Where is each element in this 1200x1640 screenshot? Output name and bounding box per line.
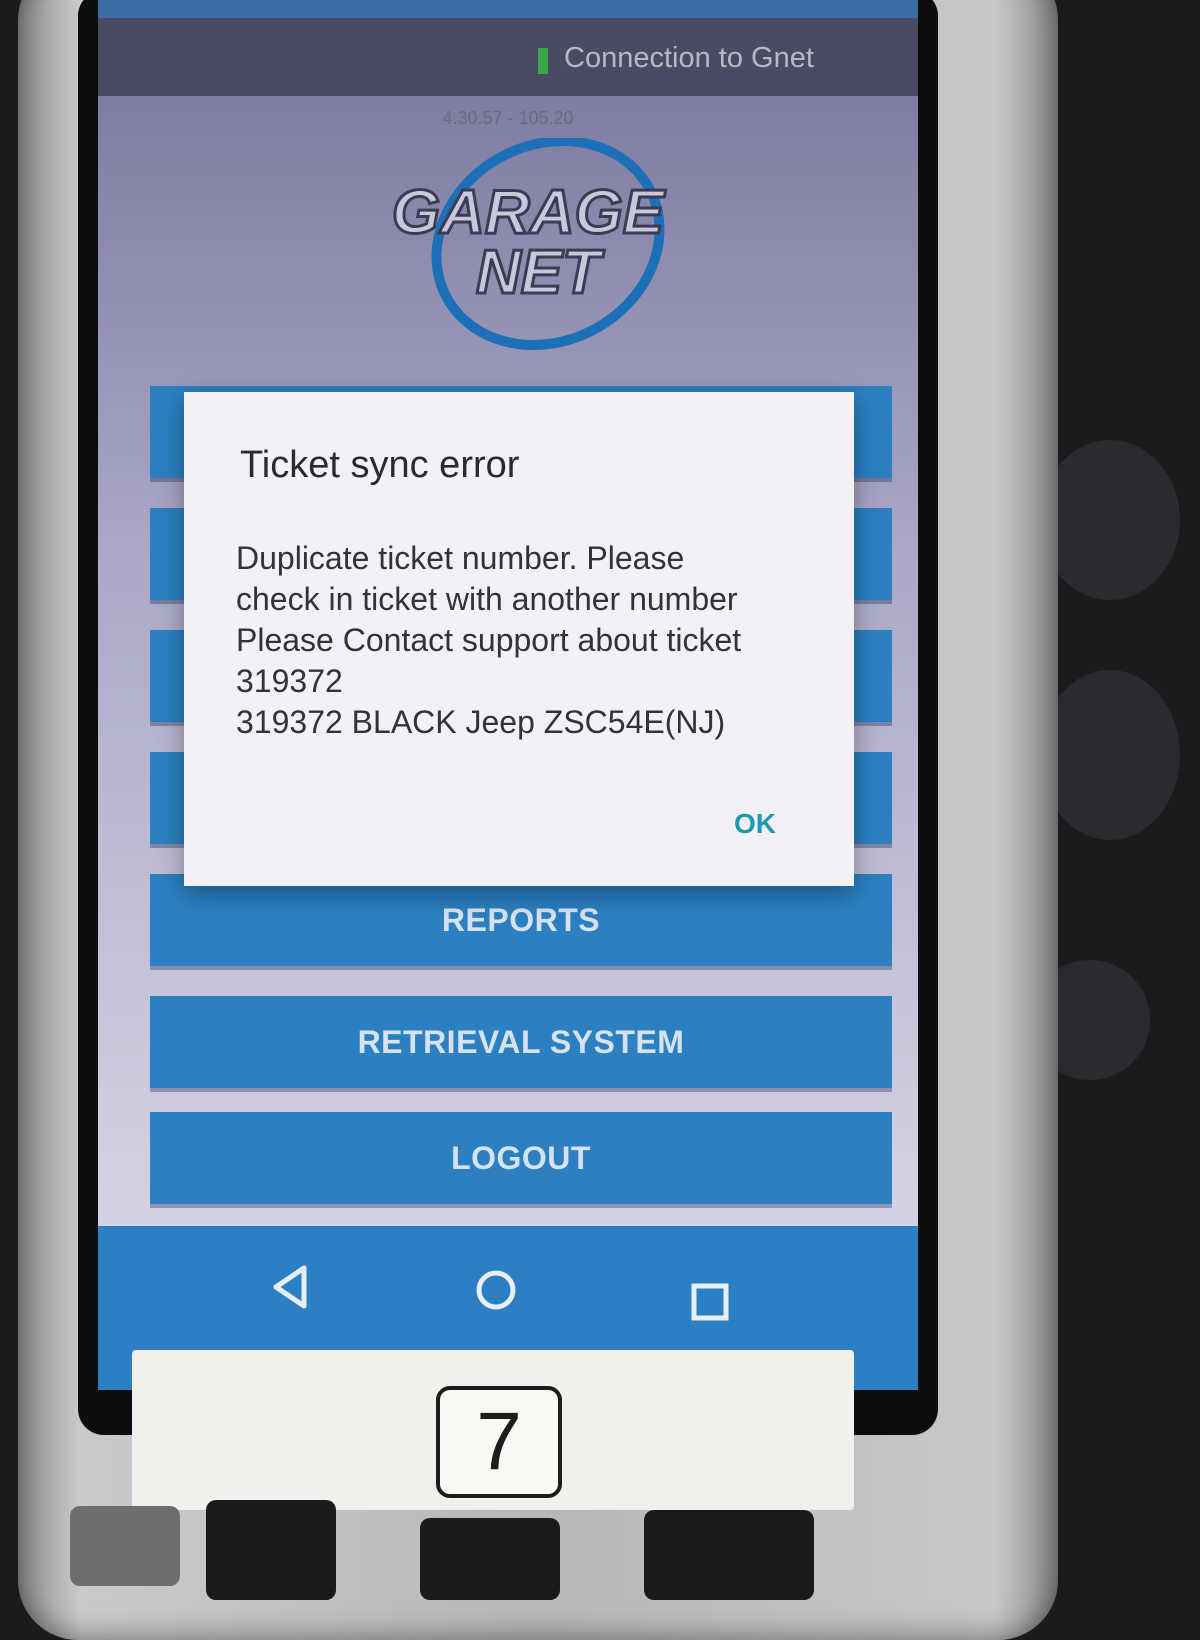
app-version: 4.30.57 - 105.20 [442, 108, 574, 128]
dialog-line: 319372 [236, 663, 343, 699]
dialog-line: 319372 BLACK Jeep ZSC54E(NJ) [236, 704, 726, 740]
connection-text: Connection to Gnet [564, 42, 814, 74]
device-number: 7 [436, 1386, 562, 1498]
hardware-key-center[interactable] [420, 1518, 560, 1600]
garage-net-logo: GARAGE NET [390, 138, 667, 350]
dialog-title: Ticket sync error [240, 444, 520, 486]
glove-finger [1040, 670, 1180, 840]
connection-bar: Connection to Gnet [98, 18, 918, 96]
retrieval-system-button[interactable]: RETRIEVAL SYSTEM [150, 996, 892, 1088]
hardware-keys [0, 1490, 1200, 1600]
glove-finger [1040, 440, 1180, 600]
connection-indicator [538, 48, 548, 74]
logo-line1: GARAGE [392, 178, 666, 247]
hardware-key-left[interactable] [206, 1500, 336, 1600]
dialog-line: Duplicate ticket number. Please [236, 540, 685, 576]
speaker-grille [70, 1506, 180, 1586]
dialog-line: check in ticket with another number [236, 581, 738, 617]
status-bar [98, 0, 918, 18]
home-icon[interactable] [474, 1268, 518, 1312]
reports-button[interactable]: REPORTS [150, 874, 892, 966]
ticket-sync-error-dialog: Ticket sync error Duplicate ticket numbe… [184, 392, 854, 886]
hardware-key-right[interactable] [644, 1510, 814, 1600]
recents-icon[interactable] [690, 1282, 730, 1322]
logo-line2: NET [476, 238, 605, 307]
logout-button[interactable]: LOGOUT [150, 1112, 892, 1204]
back-icon[interactable] [268, 1262, 312, 1312]
dialog-message: Duplicate ticket number. Please check in… [236, 538, 826, 743]
ok-button[interactable]: OK [726, 802, 784, 846]
dialog-line: Please Contact support about ticket [236, 622, 742, 658]
device-label-sticker: 7 [132, 1350, 854, 1510]
